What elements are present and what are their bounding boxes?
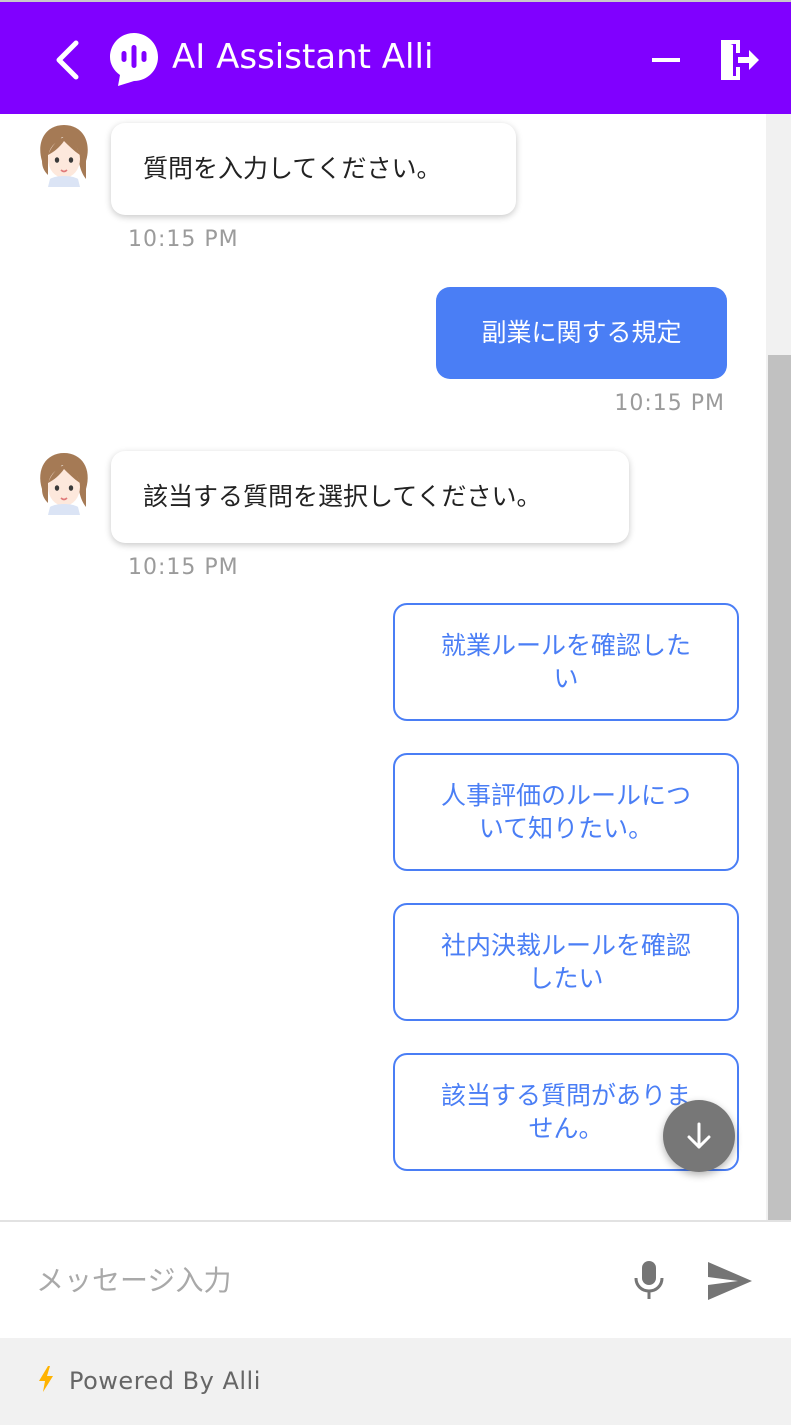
quick-reply-label: 社内決裁ルールを確認したい (440, 931, 691, 993)
powered-by-label: Powered By Alli (69, 1367, 261, 1395)
microphone-icon[interactable] (632, 1258, 666, 1302)
send-icon[interactable] (706, 1260, 754, 1302)
bot-message-text: 該当する質問を選択してください。 (143, 482, 542, 511)
message-timestamp: 10:15 PM (614, 391, 725, 416)
exit-door-icon[interactable] (716, 36, 762, 84)
arrow-down-icon (687, 1122, 711, 1149)
scroll-down-button[interactable] (663, 1100, 735, 1172)
quick-reply-button[interactable]: 人事評価のルールについて知りたい。 (393, 753, 739, 871)
scrollbar-thumb[interactable] (768, 355, 791, 1220)
user-message-bubble: 副業に関する規定 (436, 287, 727, 379)
assistant-avatar-icon (40, 125, 88, 187)
message-input[interactable] (36, 1258, 606, 1302)
chat-header: AI Assistant Alli (0, 0, 791, 114)
message-timestamp: 10:15 PM (128, 555, 239, 580)
message-composer (0, 1220, 791, 1338)
assistant-avatar-icon (40, 453, 88, 515)
quick-reply-label: 人事評価のルールについて知りたい。 (440, 781, 691, 843)
quick-reply-label: 就業ルールを確認したい (440, 631, 691, 693)
bot-message-text: 質問を入力してください。 (143, 154, 442, 183)
quick-reply-button[interactable]: 社内決裁ルールを確認したい (393, 903, 739, 1021)
header-title: AI Assistant Alli (172, 37, 434, 77)
quick-reply-button[interactable]: 就業ルールを確認したい (393, 603, 739, 721)
chat-bubble-wave-icon (110, 33, 158, 86)
quick-reply-label: 該当する質問がありません。 (440, 1081, 691, 1143)
powered-by-footer: Powered By Alli (0, 1338, 791, 1425)
message-timestamp: 10:15 PM (128, 227, 239, 252)
bot-message-bubble: 該当する質問を選択してください。 (111, 451, 629, 543)
lightning-bolt-icon (39, 1366, 53, 1392)
chevron-left-icon[interactable] (50, 38, 84, 82)
user-message-text: 副業に関する規定 (481, 318, 682, 347)
minimize-icon[interactable] (646, 42, 686, 78)
bot-message-bubble: 質問を入力してください。 (111, 123, 516, 215)
